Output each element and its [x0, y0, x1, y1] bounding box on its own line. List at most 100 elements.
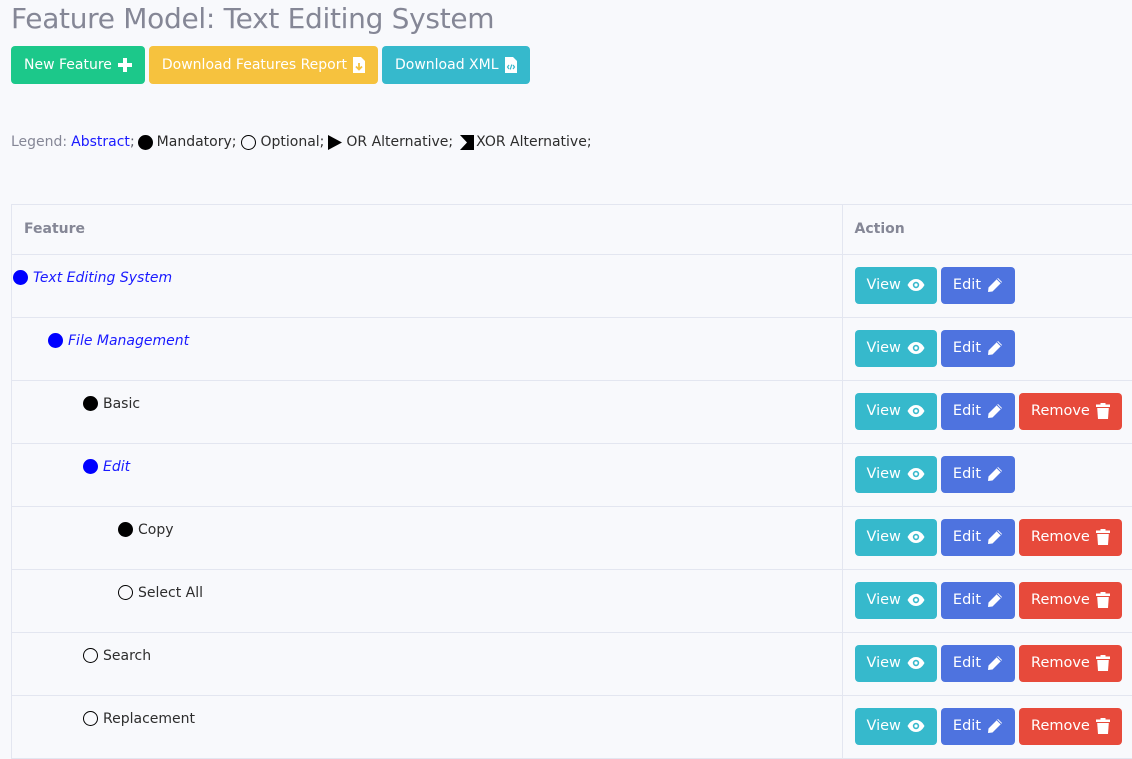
- eye-icon: [907, 405, 925, 417]
- remove-button[interactable]: Remove: [1019, 582, 1122, 619]
- file-code-icon: [505, 57, 517, 73]
- table-row: Text Editing System View Edit: [12, 254, 1132, 317]
- new-feature-label: New Feature: [24, 57, 112, 73]
- view-label: View: [867, 529, 901, 545]
- pencil-icon: [987, 466, 1003, 482]
- view-label: View: [867, 340, 901, 356]
- feature-cell: Copy: [12, 506, 842, 569]
- trash-icon: [1096, 592, 1110, 608]
- mandatory-dot-icon: [138, 135, 153, 150]
- remove-label: Remove: [1031, 592, 1090, 608]
- edit-button[interactable]: Edit: [941, 330, 1015, 367]
- feature-column-header: Feature: [12, 205, 842, 254]
- page-title: Feature Model: Text Editing System: [11, 0, 494, 38]
- trash-icon: [1096, 655, 1110, 671]
- row-actions: View Edit: [855, 330, 1132, 367]
- edit-button[interactable]: Edit: [941, 456, 1015, 493]
- file-download-icon: [353, 57, 365, 73]
- action-cell: View Edit: [842, 443, 1132, 506]
- view-button[interactable]: View: [855, 708, 937, 745]
- view-button[interactable]: View: [855, 330, 937, 367]
- table-row: Replacement View Edit Remove: [12, 695, 1132, 758]
- toolbar: New Feature Download Features Report Dow…: [11, 46, 530, 84]
- trash-icon: [1096, 718, 1110, 734]
- view-button[interactable]: View: [855, 456, 937, 493]
- view-button[interactable]: View: [855, 582, 937, 619]
- remove-label: Remove: [1031, 529, 1090, 545]
- trash-icon: [1096, 403, 1110, 419]
- view-button[interactable]: View: [855, 645, 937, 682]
- action-cell: View Edit: [842, 317, 1132, 380]
- edit-label: Edit: [953, 718, 981, 734]
- legend: Legend: Abstract ; Mandatory; Optional; …: [11, 134, 592, 150]
- feature-name[interactable]: File Management: [68, 333, 189, 349]
- abstract-dot-icon: [83, 459, 98, 474]
- optional-circle-icon: [83, 648, 98, 663]
- legend-or-label: OR Alternative;: [346, 134, 453, 150]
- pencil-icon: [987, 592, 1003, 608]
- feature-name: Search: [103, 648, 151, 664]
- view-button[interactable]: View: [855, 519, 937, 556]
- download-report-button[interactable]: Download Features Report: [149, 46, 378, 84]
- row-actions: View Edit Remove: [855, 708, 1132, 745]
- download-report-label: Download Features Report: [162, 57, 347, 73]
- feature-cell: Text Editing System: [12, 254, 842, 317]
- eye-icon: [907, 342, 925, 354]
- edit-button[interactable]: Edit: [941, 708, 1015, 745]
- edit-button[interactable]: Edit: [941, 393, 1015, 430]
- edit-button[interactable]: Edit: [941, 582, 1015, 619]
- view-button[interactable]: View: [855, 267, 937, 304]
- table-row: Select All View Edit Remove: [12, 569, 1132, 632]
- optional-circle-icon: [83, 711, 98, 726]
- feature-name: Copy: [138, 522, 174, 538]
- download-xml-button[interactable]: Download XML: [382, 46, 530, 84]
- download-xml-label: Download XML: [395, 57, 499, 73]
- feature-name[interactable]: Edit: [103, 459, 130, 475]
- xor-triangle-icon: [460, 135, 474, 150]
- table-row: Copy View Edit Remove: [12, 506, 1132, 569]
- edit-label: Edit: [953, 655, 981, 671]
- remove-button[interactable]: Remove: [1019, 519, 1122, 556]
- abstract-dot-icon: [48, 333, 63, 348]
- view-label: View: [867, 718, 901, 734]
- action-cell: View Edit Remove: [842, 506, 1132, 569]
- edit-label: Edit: [953, 466, 981, 482]
- remove-label: Remove: [1031, 403, 1090, 419]
- table-row: Basic View Edit Remove: [12, 380, 1132, 443]
- edit-button[interactable]: Edit: [941, 519, 1015, 556]
- remove-button[interactable]: Remove: [1019, 393, 1122, 430]
- pencil-icon: [987, 655, 1003, 671]
- legend-mandatory-label: Mandatory;: [157, 134, 237, 150]
- table-row: Edit View Edit: [12, 443, 1132, 506]
- eye-icon: [907, 531, 925, 543]
- mandatory-dot-icon: [118, 522, 133, 537]
- row-actions: View Edit Remove: [855, 645, 1132, 682]
- row-actions: View Edit Remove: [855, 519, 1132, 556]
- pencil-icon: [987, 277, 1003, 293]
- feature-cell: File Management: [12, 317, 842, 380]
- new-feature-button[interactable]: New Feature: [11, 46, 145, 84]
- table-row: Search View Edit Remove: [12, 632, 1132, 695]
- edit-button[interactable]: Edit: [941, 645, 1015, 682]
- eye-icon: [907, 720, 925, 732]
- features-table: Feature Action Text Editing System View …: [11, 204, 1132, 759]
- eye-icon: [907, 468, 925, 480]
- edit-label: Edit: [953, 340, 981, 356]
- feature-cell: Edit: [12, 443, 842, 506]
- view-button[interactable]: View: [855, 393, 937, 430]
- edit-button[interactable]: Edit: [941, 267, 1015, 304]
- legend-xor: XOR Alternative;: [460, 134, 591, 150]
- feature-name[interactable]: Text Editing System: [33, 270, 172, 286]
- pencil-icon: [987, 529, 1003, 545]
- feature-cell: Replacement: [12, 695, 842, 758]
- feature-name: Replacement: [103, 711, 195, 727]
- view-label: View: [867, 655, 901, 671]
- remove-button[interactable]: Remove: [1019, 708, 1122, 745]
- view-label: View: [867, 403, 901, 419]
- remove-button[interactable]: Remove: [1019, 645, 1122, 682]
- or-triangle-icon: [328, 135, 342, 150]
- feature-name: Basic: [103, 396, 140, 412]
- feature-cell: Search: [12, 632, 842, 695]
- trash-icon: [1096, 529, 1110, 545]
- remove-label: Remove: [1031, 655, 1090, 671]
